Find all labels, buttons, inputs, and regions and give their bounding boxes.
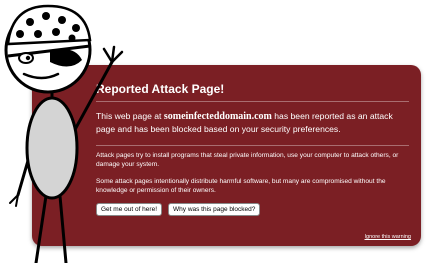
ignore-warning-link[interactable]: Ignore this warning xyxy=(365,234,411,240)
warning-headline: This web page at someinfecteddomain.com … xyxy=(96,110,414,135)
divider xyxy=(96,101,409,102)
blocked-domain: someinfecteddomain.com xyxy=(163,111,272,122)
explanation-paragraph-1: Attack pages try to install programs tha… xyxy=(96,152,399,168)
pirate-stick-figure-icon xyxy=(4,4,124,263)
explanation-paragraph-2: Some attack pages intentionally distribu… xyxy=(96,178,386,194)
page: Reported Attack Page! This web page at s… xyxy=(0,0,428,263)
why-blocked-button[interactable]: Why was this page blocked? xyxy=(168,203,261,216)
divider xyxy=(96,145,409,146)
